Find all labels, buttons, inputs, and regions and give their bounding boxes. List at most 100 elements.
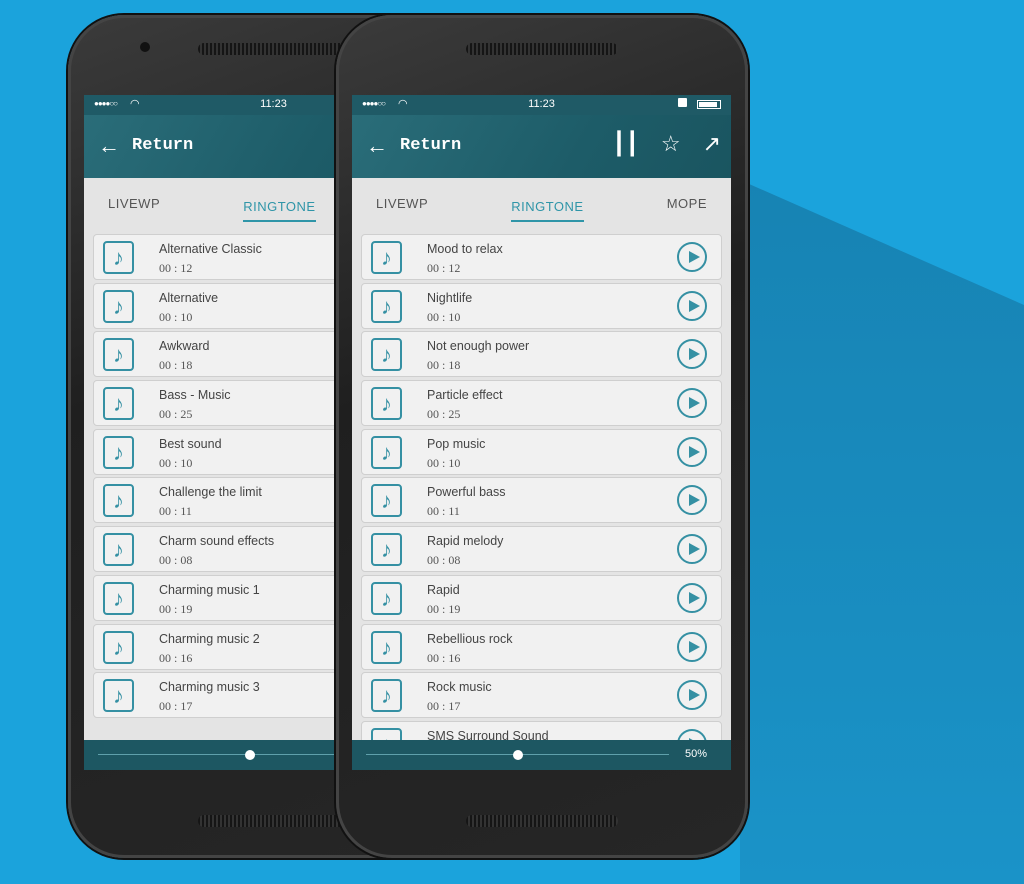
music-note-icon: ♪ bbox=[371, 289, 402, 323]
ringtone-duration: 00 : 17 bbox=[427, 699, 461, 714]
return-button[interactable]: Return bbox=[400, 136, 461, 155]
ringtone-duration: 00 : 16 bbox=[427, 650, 461, 665]
ringtone-name: Nightlife bbox=[427, 290, 473, 305]
music-note-icon: ♪ bbox=[371, 484, 402, 518]
ringtone-name: Best sound bbox=[159, 436, 222, 451]
music-note-icon: ♪ bbox=[371, 533, 402, 567]
ringtone-name: Particle effect bbox=[427, 388, 503, 403]
tab-livewp[interactable]: LIVEWP bbox=[108, 196, 160, 211]
play-icon[interactable] bbox=[677, 631, 707, 662]
ringtone-duration: 00 : 12 bbox=[159, 261, 193, 275]
equalizer-icon[interactable]: ┃┃ bbox=[612, 131, 639, 157]
ringtone-name: Charming music 3 bbox=[159, 680, 260, 695]
volume-bar: 50% bbox=[352, 740, 731, 770]
ringtone-duration: 00 : 08 bbox=[427, 553, 461, 568]
volume-percent: 50% bbox=[684, 748, 707, 760]
tab-bar: LIVEWP RINGTONE MOPE bbox=[352, 178, 731, 228]
ringtone-name: Bass - Music bbox=[159, 388, 231, 403]
list-item[interactable]: ♪ Not enough power 00 : 18 bbox=[361, 331, 722, 378]
music-note-icon: ♪ bbox=[371, 630, 402, 664]
tab-ringtone[interactable]: RINGTONE bbox=[243, 195, 316, 222]
music-note-icon: ♪ bbox=[371, 435, 402, 469]
music-note-icon: ♪ bbox=[103, 289, 134, 323]
ringtone-duration: 00 : 19 bbox=[159, 601, 193, 616]
ringtone-duration: 00 : 18 bbox=[159, 358, 193, 373]
music-note-icon: ♪ bbox=[371, 679, 402, 713]
music-note-icon: ♪ bbox=[371, 241, 402, 274]
music-note-icon: ♪ bbox=[103, 387, 134, 421]
ringtone-duration: 00 : 11 bbox=[427, 504, 460, 519]
status-bar: ●●●●○○ ◠ 11:23 bbox=[352, 95, 731, 115]
list-item[interactable]: ♪ Rock music 00 : 17 bbox=[361, 672, 722, 719]
list-item[interactable]: ♪ Nightlife 00 : 10 bbox=[361, 282, 722, 329]
ringtone-name: Alternative bbox=[159, 290, 219, 305]
ringtone-name: Mood to relax bbox=[427, 242, 503, 256]
list-item[interactable]: ♪ Powerful bass 00 : 11 bbox=[361, 477, 722, 524]
ringtone-duration: 00 : 10 bbox=[427, 455, 461, 470]
speaker bbox=[198, 43, 350, 55]
ringtone-duration: 00 : 25 bbox=[159, 407, 193, 422]
ringtone-name: Challenge the limit bbox=[159, 485, 262, 500]
list-item[interactable]: ♪ Rapid melody 00 : 08 bbox=[361, 526, 722, 573]
ringtone-duration: 00 : 18 bbox=[427, 358, 461, 373]
ringtone-name: Alternative Classic bbox=[159, 242, 262, 256]
ringtone-name: Not enough power bbox=[427, 339, 530, 354]
play-icon[interactable] bbox=[677, 290, 707, 321]
status-time: 11:23 bbox=[528, 98, 555, 110]
battery-icon bbox=[697, 100, 721, 109]
list-item[interactable]: ♪ Particle effect 00 : 25 bbox=[361, 380, 722, 427]
play-icon[interactable] bbox=[677, 388, 707, 419]
play-icon[interactable] bbox=[677, 485, 707, 516]
star-icon[interactable]: ☆ bbox=[661, 131, 681, 157]
ringtone-name: Charming music 2 bbox=[159, 631, 260, 646]
volume-slider-handle[interactable] bbox=[244, 750, 255, 760]
volume-slider-handle[interactable] bbox=[512, 750, 523, 760]
ringtone-name: Charming music 1 bbox=[159, 582, 260, 597]
speaker bbox=[198, 815, 350, 827]
music-note-icon: ♪ bbox=[103, 581, 134, 615]
back-arrow-icon[interactable]: ← bbox=[366, 133, 388, 159]
play-icon[interactable] bbox=[677, 680, 707, 711]
ringtone-name: Rock music bbox=[427, 680, 492, 695]
return-button[interactable]: Return bbox=[132, 136, 193, 155]
music-note-icon: ♪ bbox=[103, 484, 134, 518]
music-note-icon: ♪ bbox=[371, 338, 402, 372]
ringtone-duration: 00 : 11 bbox=[159, 504, 192, 519]
music-note-icon: ♪ bbox=[103, 241, 134, 274]
music-note-icon: ♪ bbox=[103, 630, 134, 664]
music-note-icon: ♪ bbox=[103, 338, 134, 372]
back-arrow-icon[interactable]: ← bbox=[98, 133, 120, 159]
play-icon[interactable] bbox=[677, 242, 707, 272]
ringtone-name: Powerful bass bbox=[427, 485, 506, 500]
music-note-icon: ♪ bbox=[103, 679, 134, 713]
list-item[interactable]: ♪ Pop music 00 : 10 bbox=[361, 428, 722, 475]
tab-ringtone[interactable]: RINGTONE bbox=[511, 195, 584, 222]
ringtone-duration: 00 : 19 bbox=[427, 601, 461, 616]
play-icon[interactable] bbox=[677, 339, 707, 370]
play-icon[interactable] bbox=[677, 436, 707, 467]
ringtone-name: Rapid bbox=[427, 582, 460, 597]
ringtone-duration: 00 : 17 bbox=[159, 699, 193, 714]
ringtone-duration: 00 : 16 bbox=[159, 650, 193, 665]
play-icon[interactable] bbox=[677, 534, 707, 565]
screen: ●●●●○○ ◠ 11:23 ← Return ┃┃ ☆ ↗ LIVEWP RI… bbox=[352, 95, 731, 770]
app-header: ← Return ┃┃ ☆ ↗ bbox=[352, 115, 731, 178]
ringtone-duration: 00 : 10 bbox=[159, 309, 193, 324]
tab-livewp[interactable]: LIVEWP bbox=[376, 196, 428, 211]
lock-icon bbox=[678, 98, 687, 107]
list-item[interactable]: ♪ Mood to relax 00 : 12 bbox=[361, 234, 722, 280]
share-icon[interactable]: ↗ bbox=[703, 131, 721, 157]
music-note-icon: ♪ bbox=[371, 581, 402, 615]
list-item[interactable]: ♪ Rapid 00 : 19 bbox=[361, 574, 722, 621]
ringtone-name: Rebellious rock bbox=[427, 631, 513, 646]
ringtone-duration: 00 : 10 bbox=[159, 455, 193, 470]
ringtone-duration: 00 : 08 bbox=[159, 553, 193, 568]
camera bbox=[140, 42, 150, 52]
ringtone-duration: 00 : 10 bbox=[427, 309, 461, 324]
play-icon[interactable] bbox=[677, 582, 707, 613]
ringtone-name: Rapid melody bbox=[427, 534, 504, 549]
music-note-icon: ♪ bbox=[371, 387, 402, 421]
list-item[interactable]: ♪ Rebellious rock 00 : 16 bbox=[361, 623, 722, 670]
ringtone-name: Pop music bbox=[427, 436, 486, 451]
tab-mope[interactable]: MOPE bbox=[667, 196, 707, 211]
